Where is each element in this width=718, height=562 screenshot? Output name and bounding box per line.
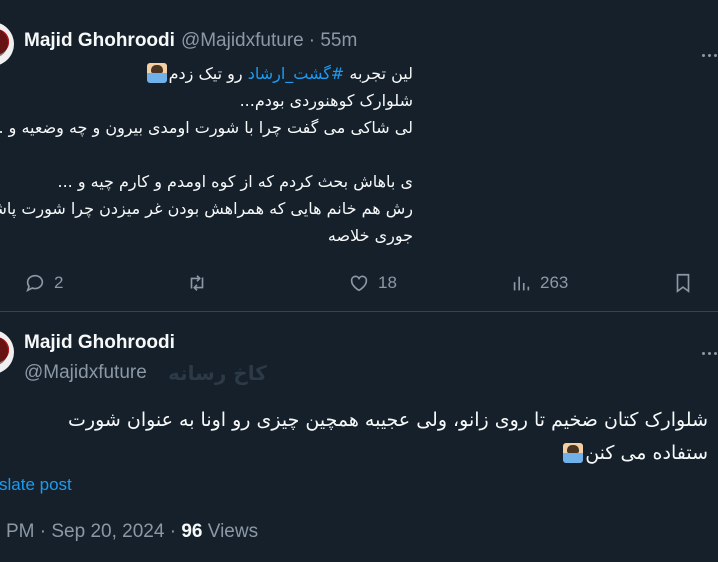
reply-button[interactable]: 2: [24, 272, 63, 294]
retweet-button[interactable]: [186, 272, 216, 294]
views-count: 96: [181, 521, 203, 542]
tweet-time[interactable]: · 55m: [309, 30, 358, 52]
person-gesturing-emoji: [146, 63, 167, 83]
views-button[interactable]: 263: [510, 272, 568, 294]
bookmark-button[interactable]: [672, 272, 702, 294]
bookmark-icon: [676, 273, 690, 293]
person-gesturing-emoji: [563, 443, 584, 463]
tweet-line: ستفاده می کنن: [0, 437, 708, 470]
tweet-top[interactable]: Majid Ghohroodi @Majidxfuture · 55m لین …: [0, 0, 718, 312]
more-icon[interactable]: [702, 340, 718, 355]
reply-count: 2: [54, 273, 64, 292]
retweet-icon: [190, 275, 204, 291]
watermark-logo: کاخ رسانه: [168, 361, 267, 385]
like-count: 18: [378, 273, 397, 292]
tweet-header: Majid Ghohroodi @Majidxfuture: [24, 332, 175, 386]
avatar[interactable]: [0, 22, 14, 66]
more-icon[interactable]: [702, 42, 718, 57]
reply-icon: [26, 274, 44, 292]
views-count: 263: [540, 273, 569, 292]
tweet-header: Majid Ghohroodi @Majidxfuture · 55m: [24, 30, 357, 52]
author-name[interactable]: Majid Ghohroodi: [24, 30, 175, 52]
author-handle[interactable]: @Majidxfuture: [181, 30, 304, 52]
heart-icon: [350, 275, 368, 292]
tweet-line: رش هم خانم هایی که همراهش بودن غر میزدن …: [0, 199, 413, 218]
like-button[interactable]: 18: [348, 272, 397, 294]
tweet-meta: PM · Sep 20, 2024 · 96 Views: [6, 521, 258, 543]
translate-post-link[interactable]: slate post: [0, 475, 72, 495]
views-icon: [513, 276, 530, 291]
tweet-line: لین تجربه #گشت_ارشاد رو تیک زدم: [33, 60, 413, 87]
tweet-timestamp[interactable]: PM · Sep 20, 2024 ·: [6, 521, 181, 542]
avatar[interactable]: [0, 330, 14, 374]
tweet-line: شلوارک کوهنوردی بودم...: [239, 91, 413, 110]
views-label: Views: [202, 521, 259, 542]
author-name[interactable]: Majid Ghohroodi: [24, 332, 175, 354]
tweet-line: ی باهاش بحث کردم که از کوه اومدم و کارم …: [57, 172, 413, 191]
tweet-line: جوری خلاصه: [327, 226, 413, 245]
tweet-line: شلوارک کتان ضخیم تا روی زانو، ولی عجیبه …: [68, 409, 708, 431]
tweet-focused[interactable]: Majid Ghohroodi @Majidxfuture کاخ رسانه …: [0, 312, 718, 562]
author-handle[interactable]: @Majidxfuture: [24, 360, 175, 386]
tweet-line: لی شاکی می گفت چرا با شورت اومدی بیرون و…: [0, 118, 413, 137]
hashtag-link[interactable]: #گشت_ارشاد: [248, 64, 345, 83]
tweet-text: شلوارک کتان ضخیم تا روی زانو، ولی عجیبه …: [0, 404, 708, 470]
action-bar: 2 18 263: [24, 272, 718, 298]
tweet-text: لین تجربه #گشت_ارشاد رو تیک زدم شلوارک ک…: [0, 60, 413, 249]
